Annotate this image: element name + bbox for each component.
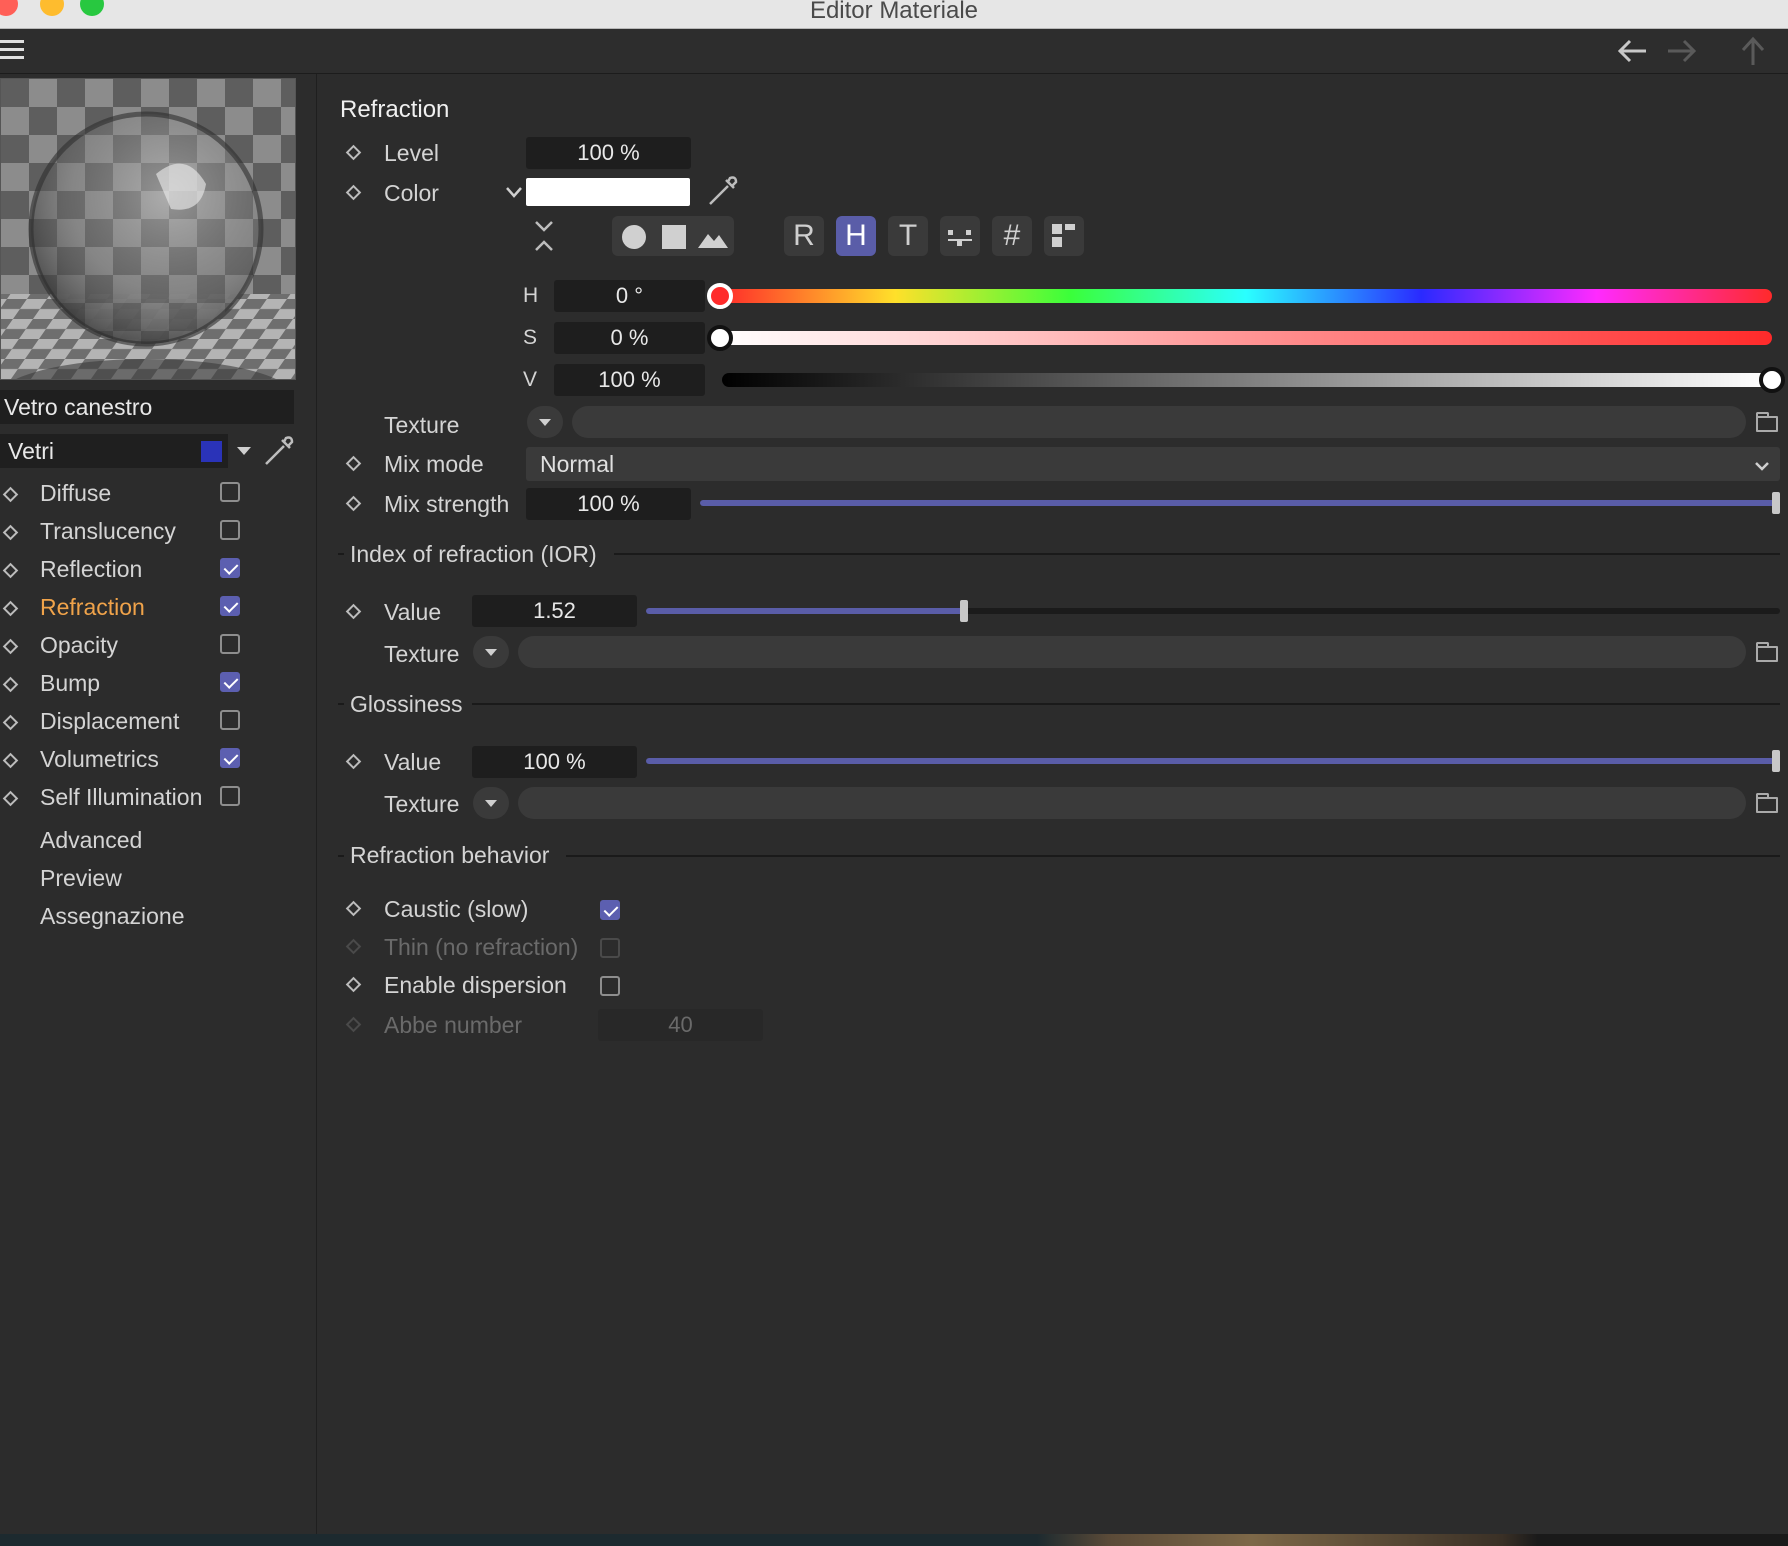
- mode-palette-button[interactable]: [1044, 216, 1084, 256]
- texture-label: Texture: [384, 412, 460, 438]
- ior-texture-folder-icon[interactable]: [1756, 642, 1778, 662]
- value-slider-handle[interactable]: [1759, 367, 1785, 393]
- texture-folder-icon[interactable]: [1756, 412, 1778, 432]
- keyframe-level-icon[interactable]: [345, 144, 362, 161]
- keyframe-abbe-icon: [345, 1016, 362, 1033]
- section-title-ior: Index of refraction (IOR): [350, 541, 597, 567]
- back-arrow-icon[interactable]: [1616, 37, 1650, 65]
- mix-mode-chevron-icon: [1755, 462, 1769, 471]
- saturation-slider[interactable]: [707, 325, 1772, 351]
- glossiness-texture-folder-icon[interactable]: [1756, 793, 1778, 813]
- ior-texture-dropdown-button[interactable]: [473, 636, 509, 668]
- mix-mode-value: Normal: [540, 451, 615, 477]
- mix-strength-handle[interactable]: [1772, 492, 1780, 514]
- hue-slider[interactable]: [707, 283, 1772, 309]
- hue-input[interactable]: 0 °: [554, 280, 705, 312]
- saturation-label: S: [523, 326, 538, 349]
- glossiness-texture-slot[interactable]: [518, 787, 1746, 819]
- caustic-checkbox[interactable]: [600, 900, 620, 920]
- glossiness-fill: [646, 758, 1780, 764]
- value-slider[interactable]: [722, 367, 1785, 393]
- keyframe-ior-value-icon[interactable]: [345, 603, 362, 620]
- level-input[interactable]: 100 %: [526, 137, 691, 169]
- collapse-color-icon[interactable]: [532, 218, 556, 254]
- dispersion-label: Enable dispersion: [384, 972, 567, 998]
- circle-swatch-icon[interactable]: [622, 225, 646, 249]
- mix-mode-label: Mix mode: [384, 451, 484, 477]
- palette-icon: [1052, 224, 1075, 247]
- mix-strength-fill: [700, 500, 1780, 506]
- color-mixer-icon: [948, 230, 972, 246]
- abbe-number-label: Abbe number: [384, 1012, 523, 1038]
- glossiness-section-divider: [472, 703, 1780, 705]
- glossiness-value-input[interactable]: 100 %: [472, 746, 637, 778]
- glossiness-section-divider-left: [338, 703, 344, 705]
- mode-temperature-button[interactable]: T: [888, 216, 928, 256]
- ior-slider[interactable]: [646, 600, 1780, 622]
- extra-list: Advanced Preview Assegnazione: [0, 0, 316, 1000]
- swatch-type-group: [612, 216, 734, 256]
- thin-label: Thin (no refraction): [384, 934, 579, 960]
- dispersion-checkbox[interactable]: [600, 976, 620, 996]
- sidebar-item-assegnazione[interactable]: Assegnazione: [40, 903, 185, 930]
- value-input[interactable]: 100 %: [554, 364, 705, 396]
- saturation-slider-handle[interactable]: [707, 325, 733, 351]
- landscape-swatch-icon[interactable]: [698, 226, 728, 250]
- section-title-behavior: Refraction behavior: [350, 842, 550, 868]
- texture-dropdown-button[interactable]: [527, 406, 563, 438]
- glossiness-handle[interactable]: [1772, 750, 1780, 772]
- behavior-section-divider: [566, 855, 1780, 857]
- keyframe-thin-icon: [345, 938, 362, 955]
- level-label: Level: [384, 140, 439, 166]
- mode-hsv-button[interactable]: H: [836, 216, 876, 256]
- mix-strength-input[interactable]: 100 %: [526, 488, 691, 520]
- keyframe-mix-mode-icon[interactable]: [345, 455, 362, 472]
- ior-section-divider-left: [338, 553, 344, 555]
- glossiness-texture-dropdown-button[interactable]: [473, 787, 509, 819]
- glossiness-value-label: Value: [384, 749, 442, 775]
- color-eyedropper-icon[interactable]: [706, 174, 740, 208]
- glossiness-texture-label: Texture: [384, 791, 460, 817]
- desktop-background-strip: [0, 1534, 1788, 1546]
- mix-strength-slider[interactable]: [700, 492, 1780, 514]
- up-arrow-icon[interactable]: [1738, 35, 1768, 67]
- ior-fill: [646, 608, 964, 614]
- ior-section-divider: [614, 553, 1780, 555]
- thin-checkbox: [600, 938, 620, 958]
- behavior-section-divider-left: [338, 855, 344, 857]
- sidebar-item-advanced[interactable]: Advanced: [40, 827, 142, 854]
- keyframe-color-icon[interactable]: [345, 184, 362, 201]
- color-expand-chevron-icon[interactable]: [505, 186, 523, 198]
- keyframe-mix-strength-icon[interactable]: [345, 495, 362, 512]
- mode-hex-button[interactable]: #: [992, 216, 1032, 256]
- hue-slider-handle[interactable]: [707, 283, 733, 309]
- color-label: Color: [384, 180, 439, 206]
- section-title-refraction: Refraction: [340, 96, 450, 123]
- forward-arrow-icon[interactable]: [1664, 37, 1698, 65]
- texture-slot[interactable]: [572, 406, 1746, 438]
- square-swatch-icon[interactable]: [662, 225, 686, 249]
- caustic-label: Caustic (slow): [384, 896, 529, 922]
- keyframe-dispersion-icon[interactable]: [345, 976, 362, 993]
- ior-value-input[interactable]: 1.52: [472, 595, 637, 627]
- glossiness-slider[interactable]: [646, 750, 1780, 772]
- mode-mixer-button[interactable]: [940, 216, 980, 256]
- sidebar-item-preview[interactable]: Preview: [40, 865, 122, 892]
- section-title-glossiness: Glossiness: [350, 691, 463, 717]
- ior-value-label: Value: [384, 599, 442, 625]
- ior-texture-label: Texture: [384, 641, 460, 667]
- saturation-input[interactable]: 0 %: [554, 322, 705, 354]
- mix-strength-label: Mix strength: [384, 491, 510, 517]
- hue-label: H: [523, 284, 539, 307]
- keyframe-caustic-icon[interactable]: [345, 900, 362, 917]
- keyframe-glossiness-value-icon[interactable]: [345, 753, 362, 770]
- mode-rgb-button[interactable]: R: [784, 216, 824, 256]
- value-label: V: [523, 368, 538, 391]
- mix-mode-select[interactable]: Normal: [526, 447, 1780, 481]
- color-swatch[interactable]: [526, 178, 690, 206]
- abbe-number-input: 40: [598, 1009, 763, 1041]
- ior-handle[interactable]: [959, 600, 968, 622]
- ior-texture-slot[interactable]: [518, 636, 1746, 668]
